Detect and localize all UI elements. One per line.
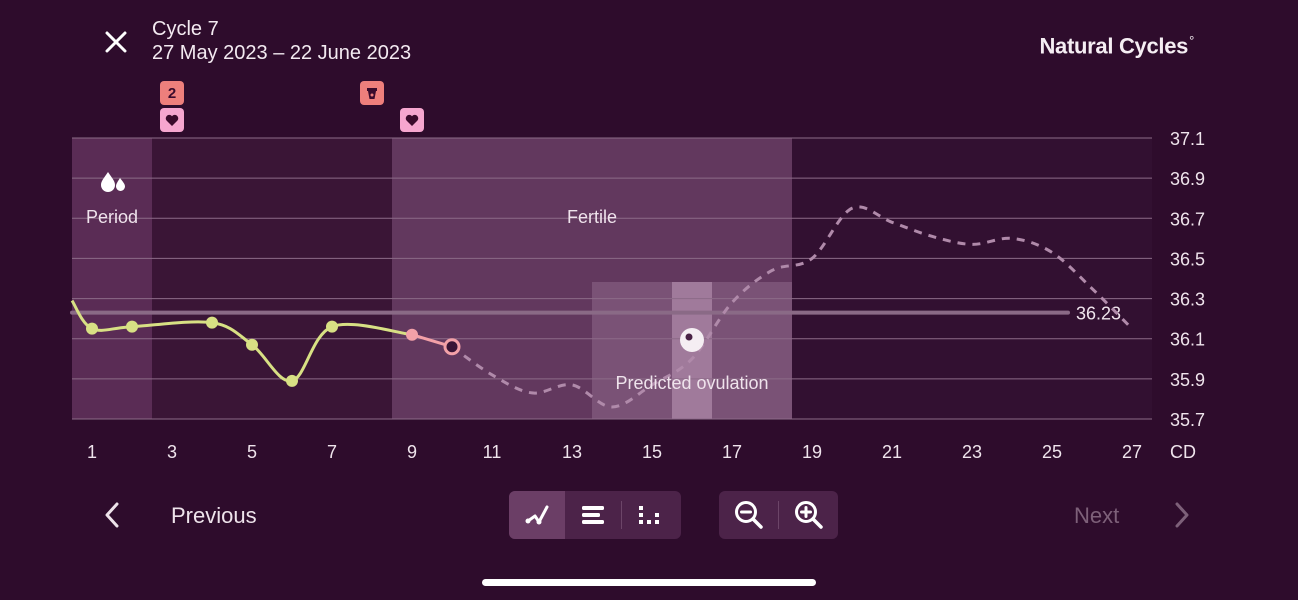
x-tick-label: 11 (483, 442, 502, 462)
x-tick-label: 15 (642, 442, 662, 462)
x-tick-label: 19 (802, 442, 822, 462)
previous-cycle-button[interactable]: Previous (171, 503, 257, 529)
cycle-chart-screen: Cycle 7 27 May 2023 – 22 June 2023 Natur… (0, 0, 1298, 600)
blood-drops-icon (101, 172, 125, 192)
temperature-point (246, 338, 258, 351)
y-tick-label: 35.9 (1170, 370, 1205, 390)
y-tick-label: 36.1 (1170, 330, 1205, 350)
x-tick-label: 25 (1042, 442, 1062, 462)
zoom-out-button[interactable] (719, 491, 778, 539)
today-point (443, 338, 461, 356)
temperature-point (86, 322, 98, 335)
zoom-out-icon (734, 501, 763, 529)
y-tick-label: 36.9 (1170, 169, 1205, 189)
grid-view-icon (639, 506, 659, 524)
home-indicator (482, 579, 816, 586)
x-tick-label: 1 (87, 442, 97, 462)
fertile-zone-label: Fertile (566, 207, 617, 227)
egg-icon (680, 328, 704, 352)
x-tick-label: 23 (962, 442, 982, 462)
y-tick-label: 36.3 (1170, 290, 1205, 310)
y-tick-label: 37.1 (1170, 129, 1205, 149)
x-tick-label: 9 (407, 442, 417, 462)
temperature-point (206, 316, 218, 329)
y-tick-label: 36.5 (1170, 249, 1205, 269)
y-tick-label: 36.7 (1170, 209, 1205, 229)
x-tick-label: 5 (247, 442, 257, 462)
next-cycle-button[interactable]: Next (1074, 503, 1119, 529)
y-tick-label: 35.7 (1170, 410, 1205, 430)
x-tick-label: 17 (722, 442, 742, 462)
x-tick-label: 7 (327, 442, 337, 462)
graph-view-button[interactable] (509, 491, 565, 539)
x-tick-label: 13 (562, 442, 582, 462)
zoom-in-icon (794, 501, 823, 529)
temperature-point (126, 320, 138, 333)
temperature-point (326, 320, 338, 333)
luteal-background (792, 138, 1152, 419)
x-axis-label: CD (1170, 442, 1196, 462)
x-tick-label: 27 (1122, 442, 1142, 462)
list-view-button[interactable] (565, 491, 621, 539)
x-tick-label: 3 (167, 442, 177, 462)
coverline-value: 36.23 (1076, 304, 1121, 324)
temperature-point (286, 374, 298, 387)
period-zone-label: Period (85, 207, 139, 227)
x-tick-label: 21 (882, 442, 902, 462)
zoom-in-button[interactable] (779, 491, 838, 539)
temperature-point (406, 328, 418, 341)
list-view-icon (582, 506, 604, 524)
predicted-ovulation-label: Predicted ovulation (615, 373, 769, 393)
graph-view-icon (525, 505, 549, 525)
chevron-left-icon[interactable] (98, 498, 126, 532)
view-mode-toggle (509, 491, 681, 539)
chevron-right-icon[interactable] (1168, 498, 1196, 532)
zoom-controls (719, 491, 838, 539)
grid-view-button[interactable] (622, 491, 678, 539)
